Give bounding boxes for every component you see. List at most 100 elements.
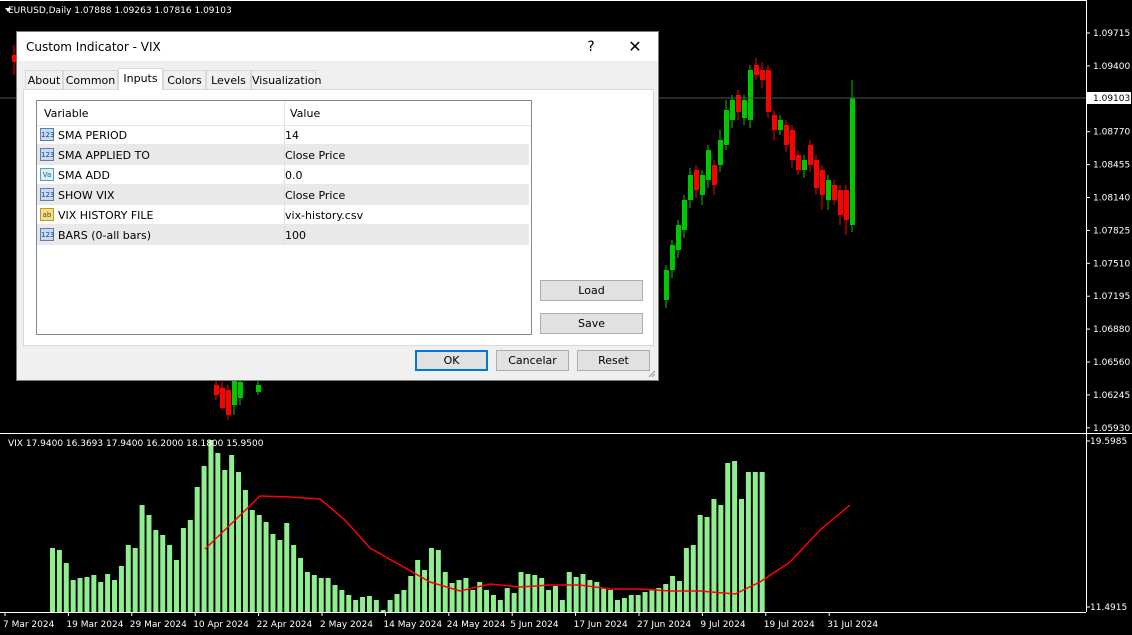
price-tick-label: 1.06560 — [1093, 358, 1130, 368]
row-value[interactable]: vix-history.csv — [285, 209, 363, 222]
candle-body — [670, 245, 675, 270]
vix-bar — [91, 575, 97, 612]
header-value[interactable]: Value — [290, 107, 320, 120]
vix-bar — [497, 600, 503, 612]
vix-bar — [298, 558, 304, 612]
vix-bar — [635, 595, 641, 612]
vix-bar — [608, 590, 614, 612]
candle-body — [700, 175, 705, 195]
price-tick-label: 1.08770 — [1093, 128, 1130, 138]
close-button[interactable]: ✕ — [613, 34, 657, 60]
vix-bar — [573, 577, 579, 612]
candle-body — [754, 65, 759, 75]
vix-bar — [125, 545, 131, 612]
candle-body — [232, 380, 237, 405]
table-row[interactable]: ab VIX HISTORY FILE vix-history.csv — [37, 205, 529, 225]
resize-grip-icon[interactable] — [646, 368, 656, 378]
save-button[interactable]: Save — [540, 313, 643, 334]
candle-body — [730, 100, 735, 120]
vix-bar — [428, 548, 434, 612]
vix-bar — [174, 560, 180, 612]
vix-bar — [70, 580, 76, 612]
row-value[interactable]: 14 — [285, 129, 299, 142]
price-tick-label: 1.05930 — [1093, 424, 1130, 434]
candle-body — [748, 70, 753, 120]
vix-bar — [208, 440, 214, 612]
vix-bar — [318, 578, 324, 612]
table-row[interactable]: 123 BARS (0-all bars) 100 — [37, 225, 529, 245]
tab-about[interactable]: About — [25, 70, 63, 89]
vix-bar — [566, 572, 572, 612]
row-value[interactable]: Close Price — [285, 189, 345, 202]
row-value[interactable]: 100 — [285, 229, 306, 242]
vix-bar — [552, 586, 558, 612]
vix-bar — [77, 578, 83, 612]
vix-bar — [201, 466, 207, 612]
cancel-button[interactable]: Cancelar — [496, 350, 569, 371]
indicator-tick-label: 11.4915 — [1090, 603, 1127, 613]
vix-bar — [511, 593, 517, 612]
vix-bar — [187, 520, 193, 612]
table-row[interactable]: Va SMA ADD 0.0 — [37, 165, 529, 185]
row-value[interactable]: 0.0 — [285, 169, 303, 182]
candle-body — [226, 390, 231, 415]
vix-bar — [663, 584, 669, 612]
current-price-label: 1.09103 — [1093, 94, 1130, 104]
candle-body — [850, 98, 855, 225]
date-tick-label: 10 Apr 2024 — [193, 620, 249, 630]
date-tick-label: 9 Jul 2024 — [700, 620, 745, 630]
vix-bar — [725, 463, 731, 612]
vix-bar — [546, 590, 552, 612]
tab-common[interactable]: Common — [63, 70, 118, 89]
ok-button[interactable]: OK — [415, 350, 488, 371]
reset-button[interactable]: Reset — [577, 350, 650, 371]
vix-bar — [539, 578, 545, 612]
vix-bar — [463, 578, 469, 612]
price-tick-label: 1.09400 — [1093, 62, 1130, 72]
date-tick-label: 27 Jun 2024 — [637, 620, 691, 630]
candle-body — [778, 120, 783, 130]
tab-inputs[interactable]: Inputs — [118, 68, 163, 90]
vix-bar — [387, 600, 393, 612]
vix-bar — [291, 545, 297, 612]
candle-body — [682, 200, 687, 230]
vix-bar — [236, 472, 242, 612]
load-button[interactable]: Load — [540, 280, 643, 301]
integer-type-icon: 123 — [40, 228, 54, 241]
vix-bar — [105, 574, 111, 612]
vix-bar — [704, 517, 710, 612]
double-type-icon: Va — [40, 168, 54, 181]
vix-bar — [628, 595, 634, 612]
inputs-tab-panel: Variable Value 123 SMA PERIOD 14 123 SMA… — [23, 89, 654, 346]
vix-bar — [580, 574, 586, 612]
vix-bar — [360, 597, 366, 612]
tab-visualization[interactable]: Visualization — [251, 70, 321, 89]
vix-bar — [366, 596, 372, 612]
header-variable[interactable]: Variable — [44, 107, 89, 120]
vix-bar — [160, 535, 166, 612]
table-row[interactable]: 123 SMA APPLIED TO Close Price — [37, 145, 529, 165]
header-divider[interactable] — [284, 101, 285, 125]
vix-bar — [284, 523, 290, 612]
inputs-grid[interactable]: Variable Value 123 SMA PERIOD 14 123 SMA… — [36, 100, 532, 335]
date-tick-label: 19 Mar 2024 — [66, 620, 123, 630]
row-value[interactable]: Close Price — [285, 149, 345, 162]
chart-header: EURUSD,Daily 1.07888 1.09263 1.07816 1.0… — [8, 6, 232, 16]
table-row[interactable]: 123 SHOW VIX Close Price — [37, 185, 529, 205]
dialog-titlebar[interactable]: Custom Indicator - VIX ? ✕ — [17, 32, 658, 61]
tab-colors[interactable]: Colors — [163, 70, 206, 89]
vix-bar — [656, 588, 662, 612]
candle-body — [814, 160, 819, 188]
candle-body — [766, 70, 771, 112]
price-tick-label: 1.09715 — [1093, 29, 1130, 39]
candle-body — [784, 125, 789, 145]
candle-body — [742, 100, 747, 118]
price-tick-label: 1.06245 — [1093, 391, 1130, 401]
candle-body — [688, 175, 693, 200]
vix-bar — [532, 575, 538, 612]
table-row[interactable]: 123 SMA PERIOD 14 — [37, 125, 529, 145]
grid-header: Variable Value — [37, 101, 531, 126]
help-button[interactable]: ? — [569, 34, 613, 60]
tab-levels[interactable]: Levels — [206, 70, 251, 89]
vix-bar — [373, 600, 379, 612]
